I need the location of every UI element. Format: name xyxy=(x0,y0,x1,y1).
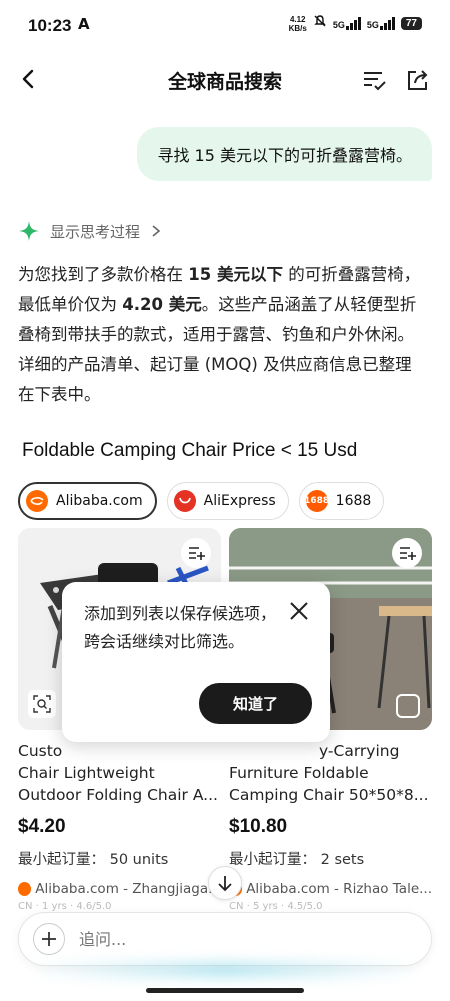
image-search-button[interactable] xyxy=(28,690,56,718)
signal-2: 5G xyxy=(367,17,395,30)
product-seller[interactable]: Alibaba.com - Rizhao Tale... xyxy=(229,881,432,897)
assistant-answer: 为您找到了多款价格在 15 美元以下 的可折叠露营椅，最低单价仅为 4.20 美… xyxy=(18,265,421,404)
source-tab-aliexpress[interactable]: AliExpress xyxy=(166,482,289,520)
show-thinking-toggle[interactable]: 显示思考过程 xyxy=(18,220,162,242)
status-bar: 10:23 A 4.12 KB/s 5G 5G 77 xyxy=(0,0,450,52)
alibaba-logo-icon xyxy=(26,490,48,512)
alibaba-logo-icon xyxy=(18,882,32,896)
add-attachment-button[interactable] xyxy=(33,923,65,955)
product-moq: 最小起订量： 2 sets xyxy=(229,852,365,868)
list-check-button[interactable] xyxy=(360,66,388,94)
share-button[interactable] xyxy=(404,66,432,94)
product-moq: 最小起订量： 50 units xyxy=(18,852,169,868)
product-price: $10.80 xyxy=(229,816,288,837)
got-it-button[interactable]: 知道了 xyxy=(198,683,312,724)
follow-up-input[interactable] xyxy=(79,929,379,949)
logo-1688-icon: 1688 xyxy=(304,490,329,512)
composer xyxy=(18,912,432,966)
user-message-bubble: 寻找 15 美元以下的可折叠露营椅。 xyxy=(137,127,432,181)
product-name[interactable]: y-Carrying Furniture Foldable Camping Ch… xyxy=(229,740,432,806)
add-list-icon xyxy=(400,547,416,560)
tip-message: 添加到列表以保存候选项，跨会话继续对比筛选。 xyxy=(84,604,277,651)
status-time: 10:23 xyxy=(28,16,72,35)
notification-icon: A xyxy=(78,15,90,33)
product-price: $4.20 xyxy=(18,816,66,837)
close-button[interactable] xyxy=(288,600,310,622)
source-tab-alibaba[interactable]: Alibaba.com xyxy=(18,482,157,520)
add-to-list-tip: 添加到列表以保存候选项，跨会话继续对比筛选。 知道了 xyxy=(62,582,330,742)
battery-icon: 77 xyxy=(400,17,422,30)
source-tab-1688[interactable]: 1688 1688 xyxy=(298,482,385,520)
add-to-list-button[interactable] xyxy=(392,538,422,568)
chevron-right-icon xyxy=(152,225,161,237)
aliexpress-logo-icon xyxy=(173,490,196,512)
sparkle-icon xyxy=(19,221,39,241)
mute-icon xyxy=(313,14,327,33)
composer-glow xyxy=(30,962,420,978)
net-speed: 4.12 KB/s xyxy=(288,14,307,33)
add-list-icon xyxy=(189,547,205,560)
scroll-down-button[interactable] xyxy=(208,866,242,900)
add-to-list-button[interactable] xyxy=(181,538,211,568)
thinking-label: 显示思考过程 xyxy=(50,222,141,241)
image-search-icon xyxy=(33,695,51,713)
product-seller[interactable]: Alibaba.com - Zhangjiaga... xyxy=(18,881,221,897)
close-icon xyxy=(290,602,308,620)
source-tabs: Alibaba.com AliExpress 1688 1688 xyxy=(18,482,385,520)
share-icon xyxy=(408,70,428,90)
plus-icon xyxy=(42,932,56,946)
signal-1: 5G xyxy=(333,17,361,30)
app-header: 全球商品搜索 xyxy=(0,52,450,108)
arrow-down-icon xyxy=(218,876,232,892)
select-checkbox[interactable] xyxy=(396,694,420,718)
results-title: Foldable Camping Chair Price < 15 Usd xyxy=(22,440,358,461)
product-name[interactable]: Custo Chair Lightweight Outdoor Folding … xyxy=(18,740,221,806)
product-meta: CN · 1 yrs · 4.6/5.0 xyxy=(18,901,112,912)
home-indicator[interactable] xyxy=(146,988,304,993)
product-meta: CN · 5 yrs · 4.5/5.0 xyxy=(229,901,323,912)
list-check-icon xyxy=(364,72,386,91)
